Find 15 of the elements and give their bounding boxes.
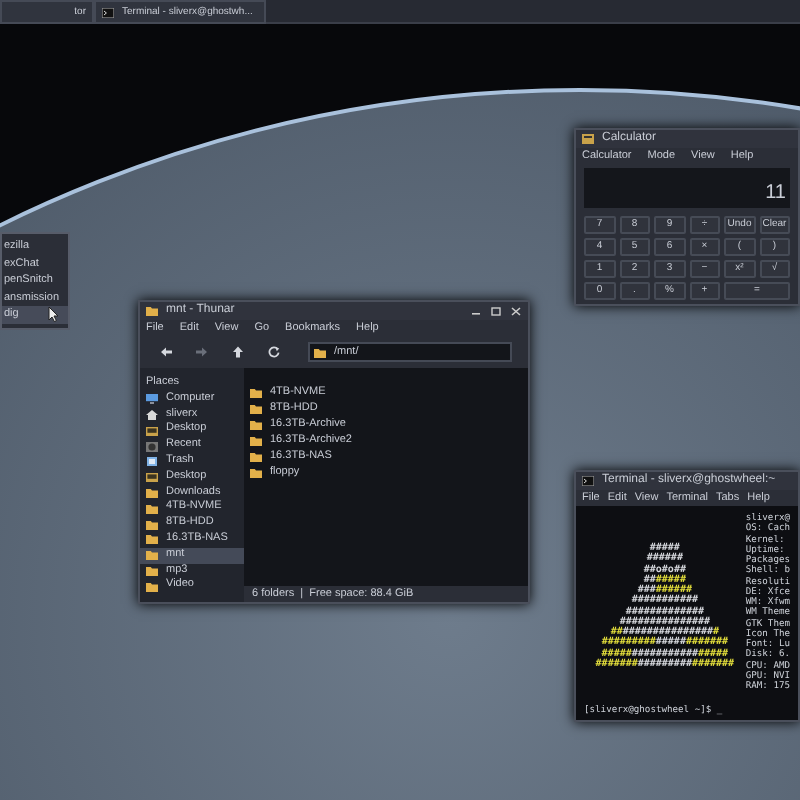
- calculator-display: 11: [584, 168, 790, 208]
- close-icon[interactable]: [510, 305, 522, 317]
- maximize-icon[interactable]: [490, 305, 502, 317]
- folder-icon: [314, 347, 326, 357]
- desktop-icon: [146, 425, 158, 436]
- reload-icon[interactable]: [268, 346, 280, 358]
- desktop-icon: [146, 472, 158, 483]
- terminal-icon: [582, 476, 594, 486]
- terminal-icon: [102, 7, 114, 17]
- folder-icon: [146, 306, 158, 316]
- up-arrow-icon[interactable]: [232, 346, 244, 358]
- back-arrow-icon[interactable]: [160, 346, 172, 358]
- mouse-pointer-icon: [48, 306, 60, 322]
- monitor-icon: [146, 394, 158, 405]
- home-icon: [146, 409, 158, 420]
